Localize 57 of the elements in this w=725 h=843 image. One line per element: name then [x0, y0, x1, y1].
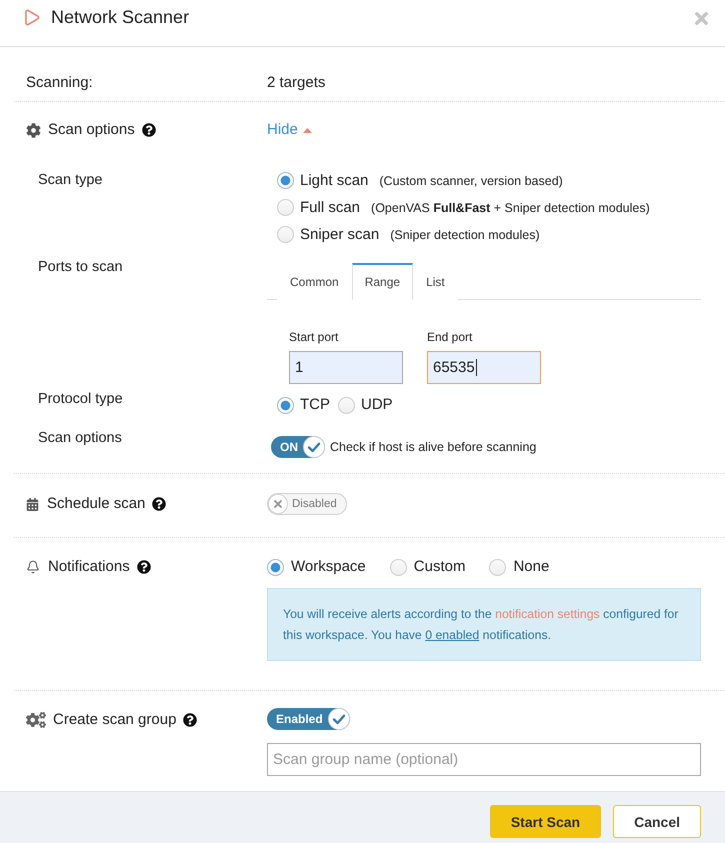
cross-icon	[268, 494, 288, 514]
cancel-button[interactable]: Cancel	[613, 805, 701, 838]
option-label: Sniper scan	[300, 224, 380, 244]
notice-text: You will receive alerts according to the notification settings configured for this workspace. You have 0 enabled notifications.	[283, 606, 680, 644]
option-label: Workspace	[291, 557, 366, 577]
field-label: Ports to scan	[38, 258, 123, 277]
switch-description: Check if host is alive before scanning	[330, 440, 536, 454]
check-icon	[328, 708, 350, 730]
section-label: Schedule scan	[47, 494, 146, 514]
option-label: Custom	[414, 557, 466, 577]
gear-icon	[26, 122, 41, 138]
section-label: Scan options	[48, 120, 135, 140]
radio-button[interactable]	[277, 226, 294, 243]
option-label: None	[513, 557, 550, 577]
dialog-title: Network Scanner	[51, 6, 190, 28]
gears-icon	[26, 710, 46, 730]
radio-button[interactable]	[390, 558, 407, 576]
option-label: UDP	[361, 395, 393, 415]
section-label: Notifications	[48, 557, 130, 577]
group-name-input[interactable]: Scan group name (optional)	[267, 743, 701, 776]
help-icon[interactable]	[183, 713, 198, 727]
option-label: Light scan	[300, 170, 368, 190]
option-description: (Custom scanner, version based)	[379, 172, 563, 190]
field-label: Scan options	[38, 429, 122, 448]
enabled-count-link[interactable]: 0 enabled	[425, 628, 480, 642]
port-input[interactable]: 65535	[427, 351, 541, 384]
section-label: Create scan group	[53, 710, 176, 730]
bell-icon	[26, 560, 40, 574]
option-description: (OpenVAS Full&Fast + Sniper detection modules)	[371, 200, 650, 217]
option-label: TCP	[300, 395, 330, 415]
play-icon	[22, 8, 41, 27]
port-input[interactable]: 1	[289, 351, 403, 384]
option-description: (Sniper detection modules)	[390, 226, 540, 244]
radio-button[interactable]	[267, 558, 284, 576]
calendar-icon	[26, 498, 39, 510]
field-label: End port	[427, 329, 474, 345]
field-label: Start port	[289, 329, 340, 345]
help-icon[interactable]	[152, 497, 166, 511]
help-icon[interactable]	[142, 123, 156, 137]
start-scan-button[interactable]: Start Scan	[490, 805, 602, 838]
scanning-value: 2 targets	[267, 73, 326, 93]
toggle-switch[interactable]: ON	[271, 436, 325, 458]
radio-button[interactable]	[277, 172, 294, 189]
radio-button[interactable]	[338, 396, 355, 414]
check-icon	[303, 436, 325, 458]
field-label: Scanning:	[26, 73, 93, 93]
field-label: Protocol type	[38, 390, 123, 409]
toggle-switch[interactable]: Enabled	[267, 708, 350, 730]
radio-button[interactable]	[277, 396, 294, 414]
toggle-switch[interactable]: Disabled	[267, 493, 347, 515]
caret-up-icon	[302, 128, 312, 132]
tab[interactable]: Range	[352, 263, 414, 300]
radio-button[interactable]	[277, 199, 294, 216]
option-label: Full scan	[300, 198, 360, 218]
help-icon[interactable]	[136, 560, 151, 574]
radio-button[interactable]	[489, 558, 506, 576]
field-label: Scan type	[38, 171, 102, 190]
